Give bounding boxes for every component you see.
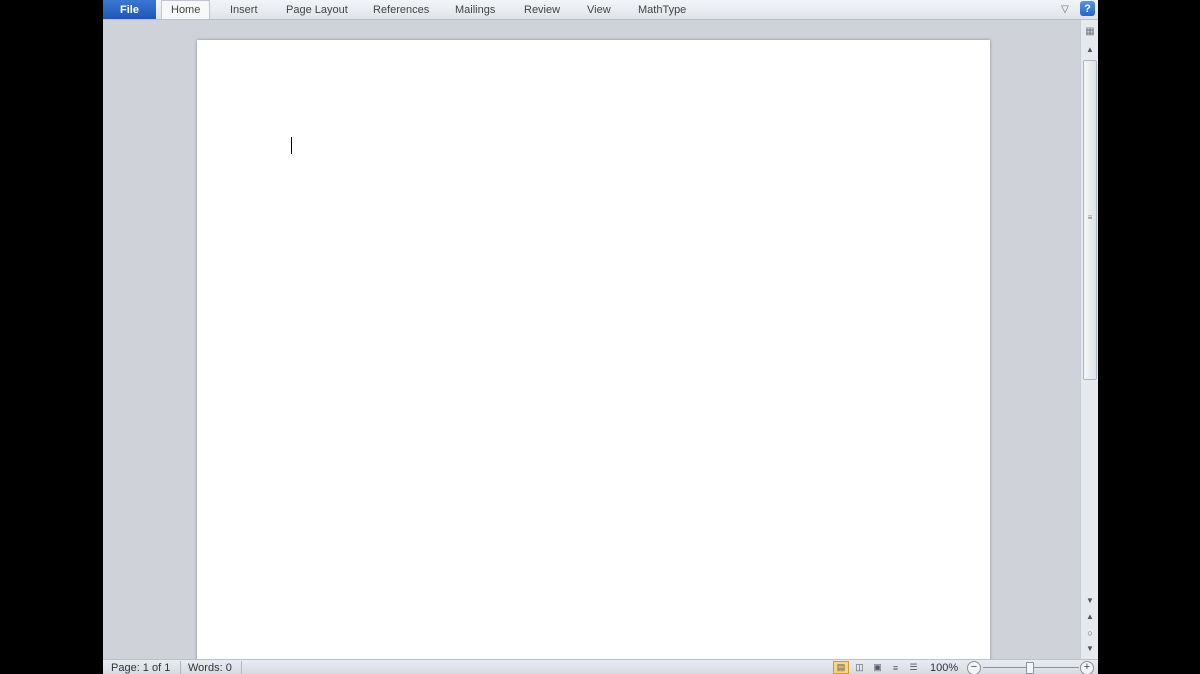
word-count[interactable]: Words: 0 [188, 662, 232, 674]
page-count[interactable]: Page: 1 of 1 [111, 662, 170, 674]
grip-icon: ≡ [1087, 213, 1093, 222]
divider [241, 661, 242, 674]
tab-mathtype[interactable]: MathType [638, 0, 686, 19]
ribbon-tab-bar: File Home Insert Page Layout References … [103, 0, 1098, 20]
scroll-thumb[interactable]: ≡ [1083, 60, 1097, 380]
scroll-up-icon[interactable]: ▲ [1085, 46, 1095, 54]
scroll-down-icon[interactable]: ▼ [1085, 597, 1095, 605]
next-page-icon[interactable]: ▼ [1085, 644, 1095, 654]
tab-review[interactable]: Review [524, 0, 560, 19]
status-bar: Page: 1 of 1 Words: 0 ▤ ◫ ▣ ≡ ☰ 100% − + [103, 659, 1098, 674]
zoom-level[interactable]: 100% [930, 662, 958, 674]
print-layout-icon[interactable]: ▤ [833, 661, 849, 674]
previous-page-icon[interactable]: ▲ [1085, 612, 1095, 622]
chevron-down-icon[interactable]: ▽ [1059, 3, 1071, 15]
tab-view[interactable]: View [587, 0, 611, 19]
divider [180, 661, 181, 674]
web-layout-icon[interactable]: ▣ [870, 661, 885, 674]
document-page[interactable] [197, 40, 990, 670]
vertical-scrollbar[interactable]: ▦ ▲ ≡ ▼ ▲ ○ ▼ [1080, 20, 1098, 659]
tab-references[interactable]: References [373, 0, 429, 19]
full-screen-reading-icon[interactable]: ◫ [852, 661, 867, 674]
text-cursor [291, 137, 292, 154]
file-tab[interactable]: File [103, 0, 156, 19]
tab-mailings[interactable]: Mailings [455, 0, 495, 19]
word-window: File Home Insert Page Layout References … [103, 0, 1098, 674]
zoom-slider-thumb[interactable] [1026, 662, 1034, 674]
browse-object-icon[interactable]: ○ [1085, 628, 1095, 638]
tab-page-layout[interactable]: Page Layout [286, 0, 348, 19]
zoom-out-button[interactable]: − [967, 661, 981, 674]
help-icon[interactable]: ? [1080, 1, 1095, 16]
tab-home[interactable]: Home [161, 0, 211, 19]
ruler-toggle-icon[interactable]: ▦ [1084, 26, 1096, 38]
document-workspace [103, 20, 1080, 670]
zoom-in-button[interactable]: + [1080, 661, 1094, 674]
draft-icon[interactable]: ☰ [906, 661, 921, 674]
tab-insert[interactable]: Insert [230, 0, 258, 19]
outline-icon[interactable]: ≡ [888, 661, 903, 674]
